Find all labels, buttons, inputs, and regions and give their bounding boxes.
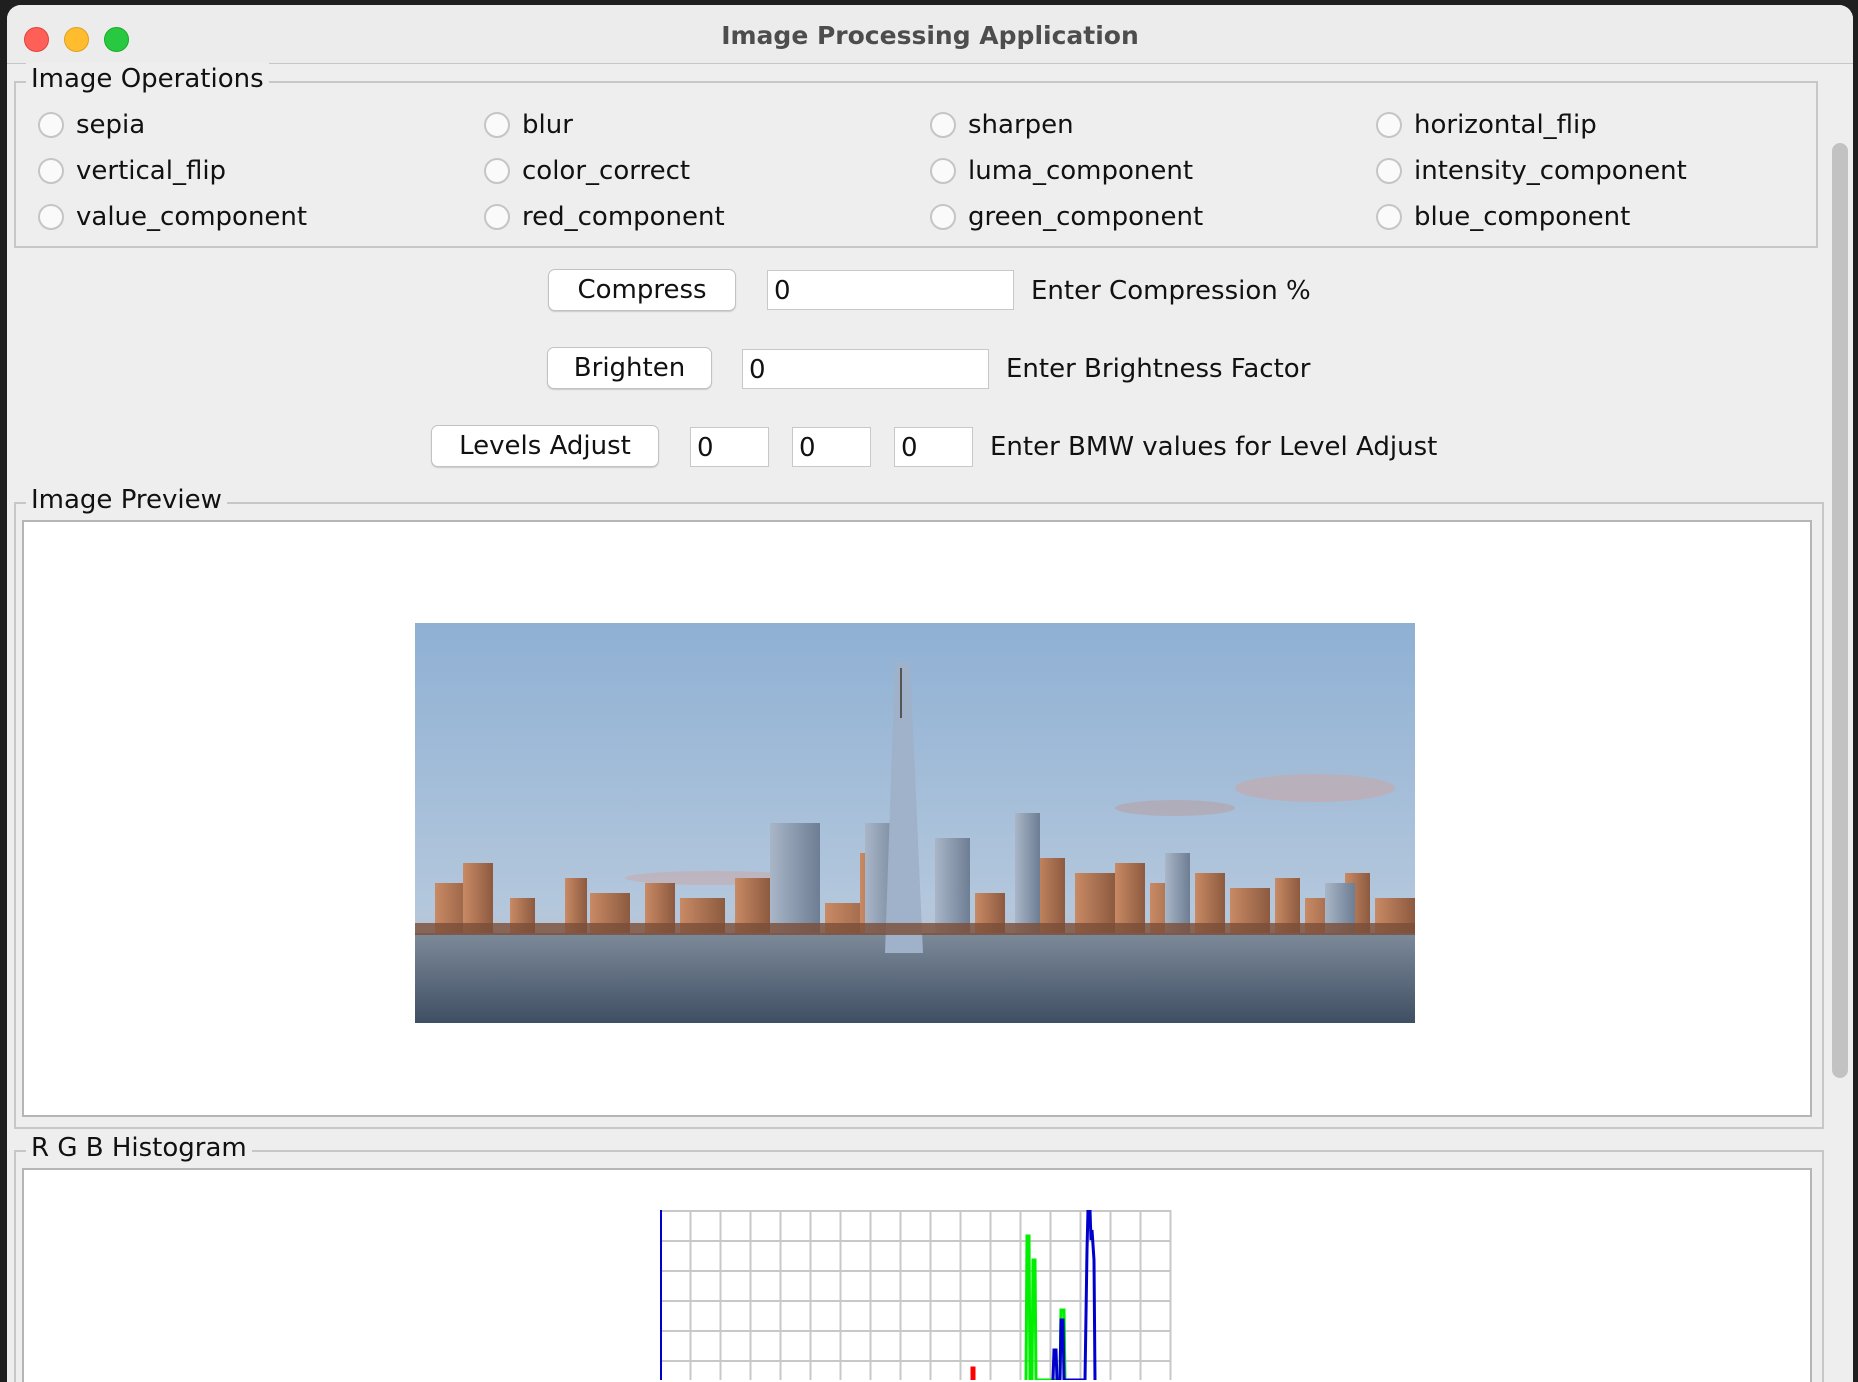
radio-label: color_correct (522, 156, 691, 186)
radio-label: blur (522, 110, 573, 140)
radio-label: sepia (76, 110, 146, 140)
levels-black-input[interactable] (690, 427, 769, 467)
image-operations-group: Image Operations sepia blur sharpen hori… (14, 63, 1818, 248)
radio-label: red_component (522, 202, 725, 232)
radio-red-component[interactable]: red_component (484, 197, 725, 237)
histogram-chart (660, 1210, 1172, 1380)
radio-intensity-component[interactable]: intensity_component (1376, 151, 1687, 191)
radio-circle[interactable] (930, 112, 956, 138)
radio-value-component[interactable]: value_component (38, 197, 307, 237)
radio-label: blue_component (1414, 202, 1631, 232)
radio-label: value_component (76, 202, 308, 232)
radio-circle[interactable] (484, 158, 510, 184)
histogram-red-series (970, 1366, 976, 1380)
radio-label: horizontal_flip (1414, 110, 1597, 140)
radio-circle[interactable] (484, 204, 510, 230)
radio-circle[interactable] (38, 112, 64, 138)
radio-luma-component[interactable]: luma_component (930, 151, 1193, 191)
radio-label: luma_component (968, 156, 1194, 186)
histogram-legend: R G B Histogram (26, 1132, 252, 1164)
radio-horizontal-flip[interactable]: horizontal_flip (1376, 105, 1597, 145)
levels-hint: Enter BMW values for Level Adjust (990, 432, 1438, 462)
image-preview-group: Image Preview (14, 484, 1824, 1129)
levels-white-input[interactable] (894, 427, 973, 467)
skyline-image (415, 623, 1415, 1023)
radio-vertical-flip[interactable]: vertical_flip (38, 151, 226, 191)
radio-circle[interactable] (1376, 112, 1402, 138)
radio-label: green_component (968, 202, 1204, 232)
radio-circle[interactable] (38, 158, 64, 184)
levels-mid-input[interactable] (792, 427, 871, 467)
radio-blur[interactable]: blur (484, 105, 573, 145)
brightness-input[interactable] (742, 349, 989, 389)
radio-color-correct[interactable]: color_correct (484, 151, 690, 191)
radio-green-component[interactable]: green_component (930, 197, 1203, 237)
radio-circle[interactable] (930, 158, 956, 184)
radio-circle[interactable] (930, 204, 956, 230)
radio-circle[interactable] (1376, 158, 1402, 184)
vertical-scrollbar[interactable] (1832, 143, 1848, 1078)
histogram-group: R G B Histogram (14, 1132, 1824, 1382)
window-title: Image Processing Application (721, 21, 1139, 50)
histogram-blue-series (1051, 1210, 1097, 1380)
radio-circle[interactable] (1376, 204, 1402, 230)
image-preview-legend: Image Preview (26, 484, 227, 516)
radio-label: sharpen (968, 110, 1074, 140)
compression-input[interactable] (767, 270, 1014, 310)
compression-hint: Enter Compression % (1031, 276, 1311, 306)
image-preview-panel (22, 520, 1812, 1117)
radio-sepia[interactable]: sepia (38, 105, 145, 145)
radio-sharpen[interactable]: sharpen (930, 105, 1074, 145)
histogram-panel (22, 1168, 1812, 1382)
radio-label: intensity_component (1414, 156, 1687, 186)
image-operations-legend: Image Operations (26, 63, 269, 95)
radio-blue-component[interactable]: blue_component (1376, 197, 1630, 237)
compress-button[interactable]: Compress (548, 269, 736, 311)
brighten-button[interactable]: Brighten (547, 347, 712, 389)
radio-label: vertical_flip (76, 156, 227, 186)
levels-adjust-button[interactable]: Levels Adjust (431, 425, 659, 467)
radio-circle[interactable] (484, 112, 510, 138)
title-bar: Image Processing Application (7, 5, 1853, 64)
app-window: Image Processing Application Image Opera… (7, 5, 1853, 1382)
radio-circle[interactable] (38, 204, 64, 230)
brightness-hint: Enter Brightness Factor (1006, 354, 1311, 384)
